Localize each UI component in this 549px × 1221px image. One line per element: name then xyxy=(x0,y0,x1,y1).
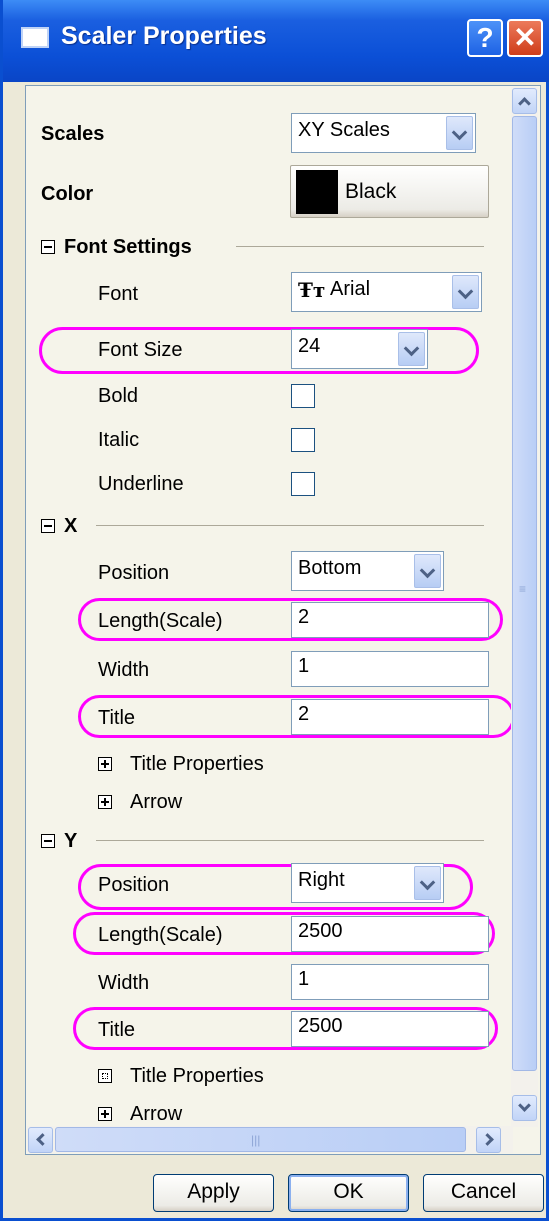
italic-checkbox[interactable] xyxy=(291,428,315,452)
property-panel: Scales XY Scales Color Black Font Settin… xyxy=(25,85,541,1155)
grip-icon: ||| xyxy=(251,1133,261,1147)
cancel-button[interactable]: Cancel xyxy=(423,1174,544,1212)
collapse-y-icon[interactable] xyxy=(41,834,55,848)
x-width-label: Width xyxy=(98,659,150,681)
window-icon xyxy=(21,27,49,48)
vertical-scroll-thumb[interactable]: ≡ xyxy=(512,116,537,1071)
chevron-down-icon[interactable] xyxy=(414,866,441,900)
chevron-down-icon[interactable] xyxy=(452,275,479,309)
expand-arrow-icon[interactable] xyxy=(98,1107,112,1121)
scales-dropdown[interactable]: XY Scales xyxy=(291,113,476,153)
x-arrow-label: Arrow xyxy=(130,791,183,813)
title-bar[interactable]: Scaler Properties ? ✕ xyxy=(3,0,549,82)
x-length-label: Length(Scale) xyxy=(98,610,223,632)
x-title-label: Title xyxy=(98,707,136,729)
underline-checkbox[interactable] xyxy=(291,472,315,496)
divider xyxy=(96,840,484,841)
y-position-dropdown[interactable]: Right xyxy=(291,863,444,903)
italic-label: Italic xyxy=(98,429,140,451)
color-label: Color xyxy=(41,183,94,205)
font-value: Arial xyxy=(330,278,371,300)
x-position-label: Position xyxy=(98,562,170,584)
chevron-down-icon[interactable] xyxy=(446,116,473,150)
scroll-down-icon[interactable] xyxy=(512,1095,537,1121)
y-width-input[interactable]: 1 xyxy=(291,964,489,1000)
scales-value: XY Scales xyxy=(298,119,390,141)
scroll-right-icon[interactable] xyxy=(476,1127,501,1153)
title-properties-toggle-icon[interactable] xyxy=(98,1069,112,1083)
divider xyxy=(236,246,484,247)
font-settings-header: Font Settings xyxy=(64,236,192,258)
y-title-properties-label: Title Properties xyxy=(130,1065,264,1087)
y-length-label: Length(Scale) xyxy=(98,924,223,946)
font-size-dropdown[interactable]: 24 xyxy=(291,329,428,369)
x-position-value: Bottom xyxy=(298,557,362,579)
bold-label: Bold xyxy=(98,385,139,407)
chevron-down-icon[interactable] xyxy=(398,332,425,366)
grip-icon: ≡ xyxy=(519,582,527,596)
scroll-left-icon[interactable] xyxy=(28,1127,53,1153)
vertical-scrollbar[interactable]: ≡ xyxy=(511,87,538,1127)
expand-title-properties-icon[interactable] xyxy=(98,757,112,771)
chevron-down-icon[interactable] xyxy=(414,554,441,588)
y-arrow-label: Arrow xyxy=(130,1103,183,1125)
color-swatch xyxy=(296,170,338,214)
divider xyxy=(96,525,484,526)
x-position-dropdown[interactable]: Bottom xyxy=(291,551,444,591)
horizontal-scroll-thumb[interactable]: ||| xyxy=(55,1127,466,1152)
apply-button[interactable]: Apply xyxy=(153,1174,274,1212)
y-title-label: Title xyxy=(98,1019,136,1041)
font-size-value: 24 xyxy=(298,335,321,357)
x-title-properties-label: Title Properties xyxy=(130,753,264,775)
x-title-input[interactable]: 2 xyxy=(291,699,489,735)
x-width-input[interactable]: 1 xyxy=(291,651,489,687)
color-picker-button[interactable]: Black xyxy=(290,165,489,218)
close-button[interactable]: ✕ xyxy=(507,19,543,57)
underline-label: Underline xyxy=(98,473,184,495)
ok-button[interactable]: OK xyxy=(288,1174,409,1212)
scales-label: Scales xyxy=(41,123,105,145)
scroll-up-icon[interactable] xyxy=(512,88,537,114)
collapse-font-settings-icon[interactable] xyxy=(41,240,55,254)
color-value: Black xyxy=(345,180,397,203)
expand-arrow-icon[interactable] xyxy=(98,795,112,809)
y-position-label: Position xyxy=(98,874,170,896)
x-header: X xyxy=(64,515,78,537)
font-size-label: Font Size xyxy=(98,339,183,361)
y-width-label: Width xyxy=(98,972,150,994)
font-label: Font xyxy=(98,283,139,305)
help-button[interactable]: ? xyxy=(467,19,503,57)
y-length-input[interactable]: 2500 xyxy=(291,916,489,952)
dialog-window: Scaler Properties ? ✕ Scales XY Scales C… xyxy=(0,0,549,1221)
y-header: Y xyxy=(64,830,78,852)
bold-checkbox[interactable] xyxy=(291,384,315,408)
y-position-value: Right xyxy=(298,869,345,891)
horizontal-scrollbar[interactable]: ||| xyxy=(27,1126,513,1153)
truetype-font-icon: Ŧт xyxy=(298,278,326,302)
collapse-x-icon[interactable] xyxy=(41,519,55,533)
font-dropdown[interactable]: Ŧт Arial xyxy=(291,272,482,312)
y-title-input[interactable]: 2500 xyxy=(291,1011,489,1047)
x-length-input[interactable]: 2 xyxy=(291,602,489,638)
window-title: Scaler Properties xyxy=(61,22,267,50)
